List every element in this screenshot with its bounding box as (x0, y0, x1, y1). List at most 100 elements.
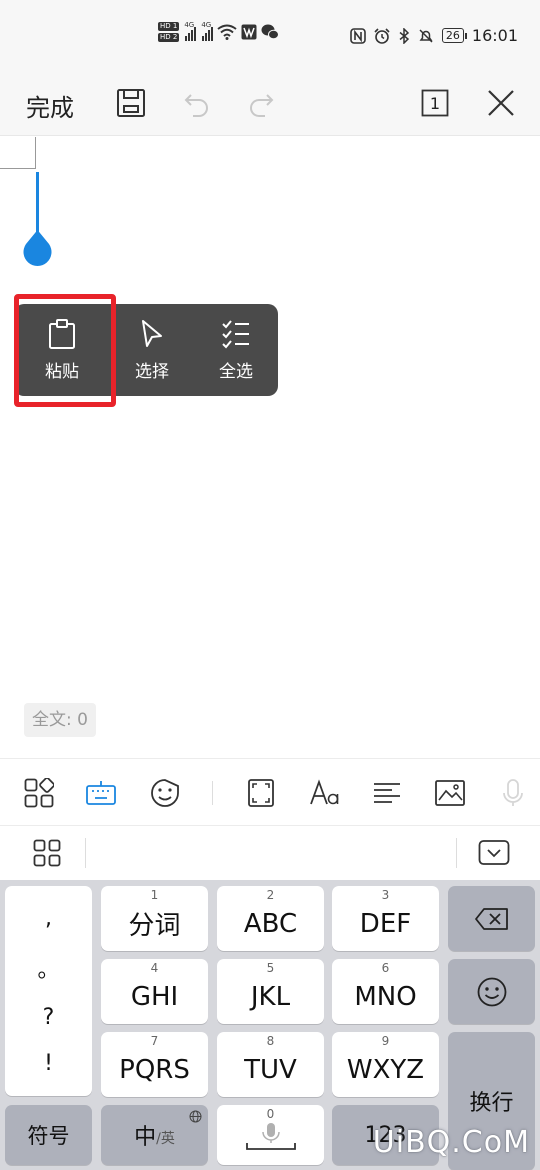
signal-icon-2: 4G (201, 21, 214, 41)
apps-grid-icon[interactable] (22, 776, 56, 810)
space-key[interactable]: 0 (217, 1105, 324, 1165)
fullscreen-icon[interactable] (244, 776, 278, 810)
voice-input-icon[interactable] (496, 776, 530, 810)
alarm-icon (374, 27, 390, 44)
cursor-handle[interactable] (22, 230, 53, 266)
language-switch-key[interactable]: 中/英 (101, 1105, 208, 1165)
key-6-mno[interactable]: 6 MNO (332, 959, 439, 1024)
enter-label: 换行 (469, 1091, 514, 1116)
key-label: JKL (250, 981, 291, 1012)
select-label: 选择 (135, 361, 169, 382)
key-number: 2 (266, 888, 275, 902)
emoji-sticker-icon[interactable] (148, 776, 182, 810)
key-9-wxyz[interactable]: 9 WXYZ (332, 1032, 439, 1097)
status-bar: HD 1 HD 2 4G 4G 26 16:01 (0, 0, 540, 76)
key-4-ghi[interactable]: 4 GHI (101, 959, 208, 1024)
key-number: 5 (266, 961, 275, 975)
select-all-label: 全选 (219, 361, 253, 382)
clipboard-icon (49, 318, 75, 349)
network-type-1: 4G (184, 21, 195, 29)
punct-comma: , (45, 906, 52, 932)
lang-main-label: 中 (134, 1125, 157, 1150)
done-button[interactable]: 完成 (26, 88, 74, 123)
redo-icon[interactable] (244, 86, 278, 120)
key-label: DEF (359, 908, 412, 939)
key-1-fenci[interactable]: 1 分词 (101, 886, 208, 951)
watermark: UiBQ.CoM (372, 1125, 530, 1160)
key-number: 7 (150, 1034, 159, 1048)
key-8-tuv[interactable]: 8 TUV (217, 1032, 324, 1097)
key-label: PQRS (119, 1054, 190, 1085)
key-7-pqrs[interactable]: 7 PQRS (101, 1032, 208, 1097)
hd-badges: HD 1 HD 2 (158, 22, 180, 42)
key-label: TUV (244, 1054, 297, 1085)
select-menu-item[interactable]: 选择 (110, 304, 194, 396)
save-icon[interactable] (114, 86, 148, 120)
hd1-badge: HD 1 (158, 22, 180, 31)
key-2-abc[interactable]: 2 ABC (217, 886, 324, 951)
align-left-icon[interactable] (370, 776, 404, 810)
key-label: MNO (354, 981, 417, 1012)
status-right: 26 16:01 (350, 26, 518, 45)
clock: 16:01 (471, 26, 518, 45)
key-3-def[interactable]: 3 DEF (332, 886, 439, 951)
key-number: 9 (381, 1034, 390, 1048)
key-label: GHI (130, 981, 179, 1012)
emoji-key[interactable] (448, 959, 535, 1024)
backspace-key[interactable] (448, 886, 535, 951)
punct-question: ? (42, 1004, 55, 1030)
hd2-badge: HD 2 (158, 33, 180, 42)
word-count: 全文: 0 (24, 703, 96, 737)
strip-divider-right (456, 838, 457, 868)
editor-toolbar: 完成 1 (0, 76, 540, 136)
key-label: WXYZ (346, 1054, 425, 1085)
lang-sub-label: /英 (156, 1131, 175, 1147)
keyboard-menu-icon[interactable] (30, 836, 64, 870)
status-left: HD 1 HD 2 4G 4G (158, 21, 280, 42)
key-label: 分词 (128, 911, 181, 941)
network-type-2: 4G (201, 21, 212, 29)
battery-indicator: 26 (441, 28, 467, 43)
page-count-button[interactable]: 1 (418, 86, 452, 120)
globe-icon (189, 1110, 202, 1123)
key-number: 4 (150, 961, 159, 975)
punct-exclaim: ! (44, 1050, 53, 1076)
font-style-icon[interactable] (308, 776, 342, 810)
text-cursor (36, 172, 39, 236)
wifi-icon (217, 24, 237, 40)
punct-period: 。 (37, 958, 60, 984)
symbols-label: 符号 (27, 1124, 70, 1148)
mute-icon (419, 28, 433, 43)
select-all-menu-item[interactable]: 全选 (194, 304, 278, 396)
backspace-icon (474, 907, 508, 930)
key-5-jkl[interactable]: 5 JKL (217, 959, 324, 1024)
close-icon[interactable] (484, 86, 518, 120)
paste-menu-item[interactable]: 粘贴 (14, 304, 110, 396)
signal-icon: 4G (184, 21, 197, 41)
smiley-icon (477, 977, 506, 1006)
app-notification-icon (241, 24, 257, 40)
punctuation-key[interactable]: , 。 ? ! (5, 886, 92, 1096)
wechat-icon (261, 24, 280, 40)
strip-divider-left (85, 838, 86, 868)
keyboard-top-strip (0, 826, 540, 880)
key-number: 6 (381, 961, 390, 975)
page-margin-corner (0, 137, 36, 169)
t9-keyboard: , 。 ? ! 1 分词 2 ABC 3 DEF 4 GHI 5 JKL 6 MNO 7 PQ… (0, 880, 540, 1170)
context-menu: 粘贴 选择 全选 (14, 304, 278, 396)
pointer-icon (142, 319, 162, 347)
key-label: ABC (243, 908, 298, 939)
undo-icon[interactable] (180, 86, 214, 120)
insert-image-icon[interactable] (433, 776, 467, 810)
checklist-icon (222, 319, 249, 348)
nfc-icon (350, 27, 366, 44)
symbols-key[interactable]: 符号 (5, 1105, 92, 1165)
keyboard-icon[interactable] (84, 776, 118, 810)
hide-keyboard-icon[interactable] (477, 836, 511, 870)
key-number: 8 (266, 1034, 275, 1048)
microphone-icon (245, 1123, 296, 1150)
paste-label: 粘贴 (45, 361, 79, 382)
page-number: 1 (429, 93, 441, 113)
bluetooth-icon (399, 27, 410, 44)
toolbar-divider (212, 781, 213, 805)
